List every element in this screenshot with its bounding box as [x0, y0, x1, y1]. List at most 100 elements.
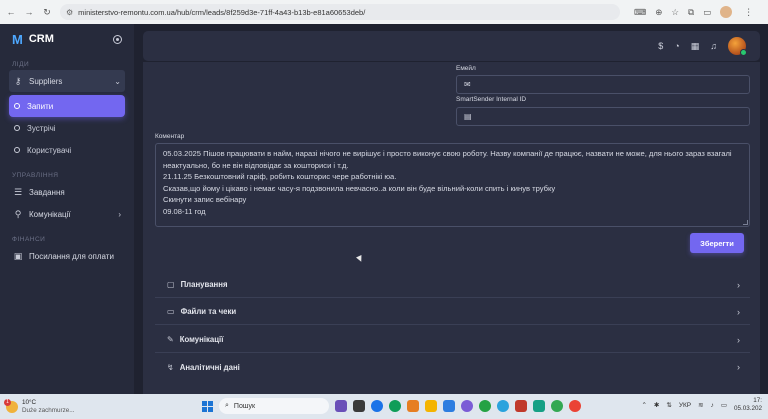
comment-line: Скинути запис вебінару: [163, 195, 247, 205]
sidebar-item-requests[interactable]: Запити: [9, 95, 125, 117]
file-explorer-icon[interactable]: [425, 400, 437, 412]
accordion-files[interactable]: ▭ Файли та чеки ›: [155, 299, 750, 325]
taskbar-search-placeholder: Пошук: [233, 402, 256, 410]
clock-time: 17:: [753, 397, 762, 404]
translate-icon[interactable]: ⌨: [634, 7, 646, 18]
chevron-right-icon: ›: [737, 306, 740, 317]
accordion-label: Планування: [180, 280, 228, 289]
browser-menu-icon[interactable]: ⋮: [744, 7, 753, 18]
store-app-icon[interactable]: [407, 400, 419, 412]
weather-widget[interactable]: 1 10°C Duże zachmurze...: [0, 398, 120, 414]
chevron-right-icon: ›: [737, 334, 740, 345]
circle-icon: [14, 147, 20, 153]
battery-icon[interactable]: ▭: [721, 401, 727, 409]
chrome-app-icon[interactable]: [371, 400, 383, 412]
tray-chevron-up-icon[interactable]: ⌃: [642, 401, 647, 409]
telegram-app-icon[interactable]: [497, 400, 509, 412]
sidebar-item-label: Користувачі: [27, 145, 72, 155]
email-label: Емейл: [456, 65, 476, 72]
sidebar-group-suppliers[interactable]: ⚷ Suppliers ⌄: [9, 70, 125, 92]
sidebar: M CRM ЛІДИ ⚷ Suppliers ⌄ Запити Зустрічі…: [0, 24, 134, 394]
id-card-icon: ▤: [464, 112, 472, 121]
back-icon[interactable]: ←: [6, 7, 16, 17]
clock-date: 05.03.202: [733, 405, 762, 412]
comment-line: 21.11.25 Безкоштовний гаріф, робить кошт…: [163, 172, 397, 182]
section-title-management: УПРАВЛІННЯ: [12, 172, 59, 179]
sidebar-item-label: Зустрічі: [27, 123, 56, 133]
accordion-label: Комунікації: [179, 335, 224, 344]
keyboard-language[interactable]: УКР: [679, 402, 691, 409]
wifi-icon[interactable]: ≋: [698, 401, 703, 409]
calendar-app-icon[interactable]: [515, 400, 527, 412]
user-avatar[interactable]: [728, 37, 747, 56]
sidebar-item-label: Посилання для оплати: [29, 251, 114, 261]
side-panel-icon[interactable]: ▭: [703, 7, 711, 18]
sidebar-item-label: Завдання: [29, 187, 65, 197]
viber-app-icon[interactable]: [461, 400, 473, 412]
task-view-icon[interactable]: [353, 400, 365, 412]
payment-card-icon: ▣: [13, 250, 23, 261]
bell-icon[interactable]: ♫: [710, 41, 717, 51]
save-button[interactable]: Зберегти: [690, 233, 744, 253]
chevron-right-icon: ›: [737, 279, 740, 290]
extensions-icon[interactable]: ⧉: [688, 7, 694, 18]
mail-icon: ✉: [464, 80, 471, 89]
brand-name: CRM: [28, 33, 54, 45]
windows-start-icon[interactable]: [202, 400, 213, 412]
email-field[interactable]: ✉: [456, 75, 750, 94]
comment-line: неактуально, бо не він відповідає за кош…: [163, 160, 349, 170]
weather-cloud-icon: 1: [4, 398, 18, 413]
brand-logo-icon: M: [12, 31, 23, 47]
sidebar-item-tasks[interactable]: ☰ Завдання: [9, 181, 125, 203]
mail-app-icon[interactable]: [443, 400, 455, 412]
section-title-leads: ЛІДИ: [12, 61, 30, 68]
reload-icon[interactable]: ↻: [42, 7, 52, 17]
whatsapp-app-icon[interactable]: [479, 400, 491, 412]
weather-temperature: 10°C: [22, 399, 37, 406]
smartsender-id-field[interactable]: ▤: [456, 107, 750, 126]
bookmark-star-icon[interactable]: ☆: [671, 7, 679, 18]
sidebar-item-users[interactable]: Користувачі: [9, 139, 125, 161]
windows-taskbar: 1 10°C Duże zachmurze... ⌕ Пошук ⌃ ✱ ⇅ У…: [0, 394, 768, 419]
notes-app-icon[interactable]: [533, 400, 545, 412]
url-text: ministerstvo-remontu.com.ua/hub/crm/lead…: [78, 7, 366, 17]
share-icon: ⚲: [14, 208, 22, 219]
site-info-icon[interactable]: ⚙: [66, 8, 73, 17]
tray-network-icon[interactable]: ⇅: [666, 401, 671, 409]
widgets-app-icon[interactable]: [335, 400, 347, 412]
chevron-right-icon: ›: [118, 209, 121, 219]
weather-badge: 1: [4, 398, 11, 406]
chrome-profile-app-icon[interactable]: [389, 400, 401, 412]
taskbar-clock[interactable]: 17: 05.03.202: [734, 397, 762, 413]
sidebar-item-communications[interactable]: ⚲ Комунікації ›: [9, 203, 125, 225]
accordion-analytics[interactable]: ↯ Аналітичні дані ›: [155, 354, 750, 380]
dollar-icon[interactable]: $: [658, 41, 663, 51]
accordion-label: Файли та чеки: [180, 307, 237, 316]
grid-icon[interactable]: ▦: [691, 41, 700, 52]
sidebar-item-meetings[interactable]: Зустрічі: [9, 117, 125, 139]
volume-icon[interactable]: ♪: [711, 402, 714, 409]
sidebar-item-payment-links[interactable]: ▣ Посилання для оплати: [9, 245, 125, 267]
accordion-planning[interactable]: ▢ Планування ›: [155, 272, 750, 298]
sidebar-toggle-icon[interactable]: [113, 34, 122, 44]
zoom-icon[interactable]: ⊕: [655, 7, 662, 18]
accordion-label: Аналітичні дані: [179, 362, 240, 372]
taskbar-search[interactable]: ⌕ Пошук: [219, 398, 329, 414]
accordion-communications[interactable]: ✎ Комунікації ›: [155, 327, 750, 353]
tray-bluetooth-icon[interactable]: ✱: [654, 401, 659, 409]
comment-textarea[interactable]: 05.03.2025 Пішов працювати в найм, нараз…: [155, 143, 750, 227]
file-icon: ▭: [167, 307, 175, 316]
chrome-second-app-icon[interactable]: [551, 400, 563, 412]
chevron-right-icon: ›: [737, 362, 740, 372]
chrome-third-app-icon[interactable]: [569, 400, 581, 412]
clock-icon[interactable]: ◔: [674, 41, 679, 51]
address-bar[interactable]: ⚙ ministerstvo-remontu.com.ua/hub/crm/le…: [60, 4, 620, 20]
forward-icon[interactable]: →: [24, 7, 34, 17]
sidebar-item-label: Комунікації: [29, 209, 71, 219]
circle-icon: [14, 103, 20, 109]
comment-line: Сказав,що йому і цікаво і немає часу-я п…: [163, 183, 556, 193]
resize-handle[interactable]: [743, 220, 748, 225]
profile-avatar[interactable]: [720, 6, 733, 18]
smartsender-label: SmartSender Internal ID: [456, 96, 527, 103]
browser-toolbar: ← → ↻ ⚙ ministerstvo-remontu.com.ua/hub/…: [0, 0, 768, 24]
